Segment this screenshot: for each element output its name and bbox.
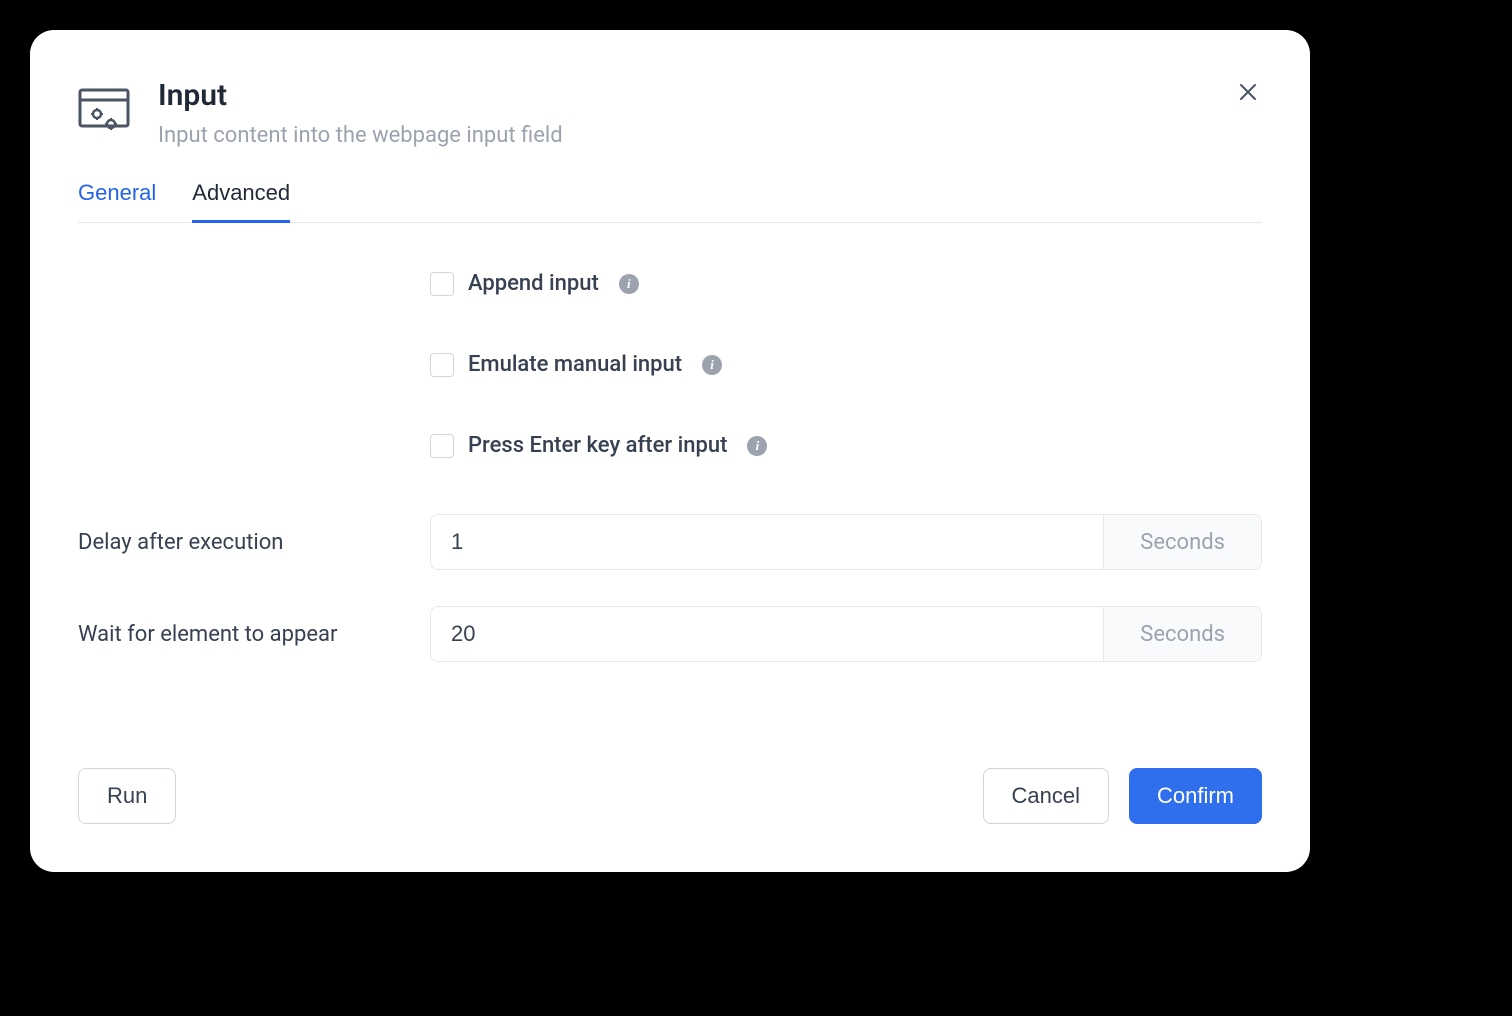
modal-header: Input Input content into the webpage inp…: [78, 78, 1262, 148]
press-enter-checkbox[interactable]: [430, 434, 454, 458]
wait-row: Wait for element to appear Seconds: [78, 606, 1262, 662]
wait-input[interactable]: [431, 607, 1103, 661]
press-enter-row: Press Enter key after input i: [78, 433, 1262, 458]
wait-unit: Seconds: [1103, 607, 1261, 661]
input-action-icon: [78, 84, 130, 136]
confirm-button[interactable]: Confirm: [1129, 768, 1262, 824]
delay-row: Delay after execution Seconds: [78, 514, 1262, 570]
append-input-row: Append input i: [78, 271, 1262, 296]
delay-unit: Seconds: [1103, 515, 1261, 569]
cancel-button[interactable]: Cancel: [983, 768, 1109, 824]
footer-right: Cancel Confirm: [983, 768, 1263, 824]
wait-input-group: Seconds: [430, 606, 1262, 662]
tab-advanced[interactable]: Advanced: [192, 180, 290, 222]
emulate-manual-row: Emulate manual input i: [78, 352, 1262, 377]
emulate-manual-checkbox[interactable]: [430, 353, 454, 377]
input-settings-modal: Input Input content into the webpage inp…: [30, 30, 1310, 872]
form-content: Append input i Emulate manual input i Pr…: [78, 271, 1262, 768]
append-input-checkbox[interactable]: [430, 272, 454, 296]
append-input-label: Append input: [468, 271, 599, 296]
close-icon: [1236, 80, 1260, 104]
run-button[interactable]: Run: [78, 768, 176, 824]
modal-footer: Run Cancel Confirm: [78, 768, 1262, 824]
close-button[interactable]: [1234, 78, 1262, 106]
info-icon[interactable]: i: [619, 274, 639, 294]
tab-general[interactable]: General: [78, 180, 156, 222]
tabs: General Advanced: [78, 180, 1262, 223]
emulate-manual-label: Emulate manual input: [468, 352, 682, 377]
info-icon[interactable]: i: [702, 355, 722, 375]
delay-label: Delay after execution: [78, 530, 406, 555]
modal-subtitle: Input content into the webpage input fie…: [158, 123, 1262, 148]
wait-label: Wait for element to appear: [78, 622, 406, 647]
delay-input[interactable]: [431, 515, 1103, 569]
info-icon[interactable]: i: [747, 436, 767, 456]
header-text: Input Input content into the webpage inp…: [158, 78, 1262, 148]
modal-title: Input: [158, 78, 1262, 113]
press-enter-label: Press Enter key after input: [468, 433, 727, 458]
delay-input-group: Seconds: [430, 514, 1262, 570]
